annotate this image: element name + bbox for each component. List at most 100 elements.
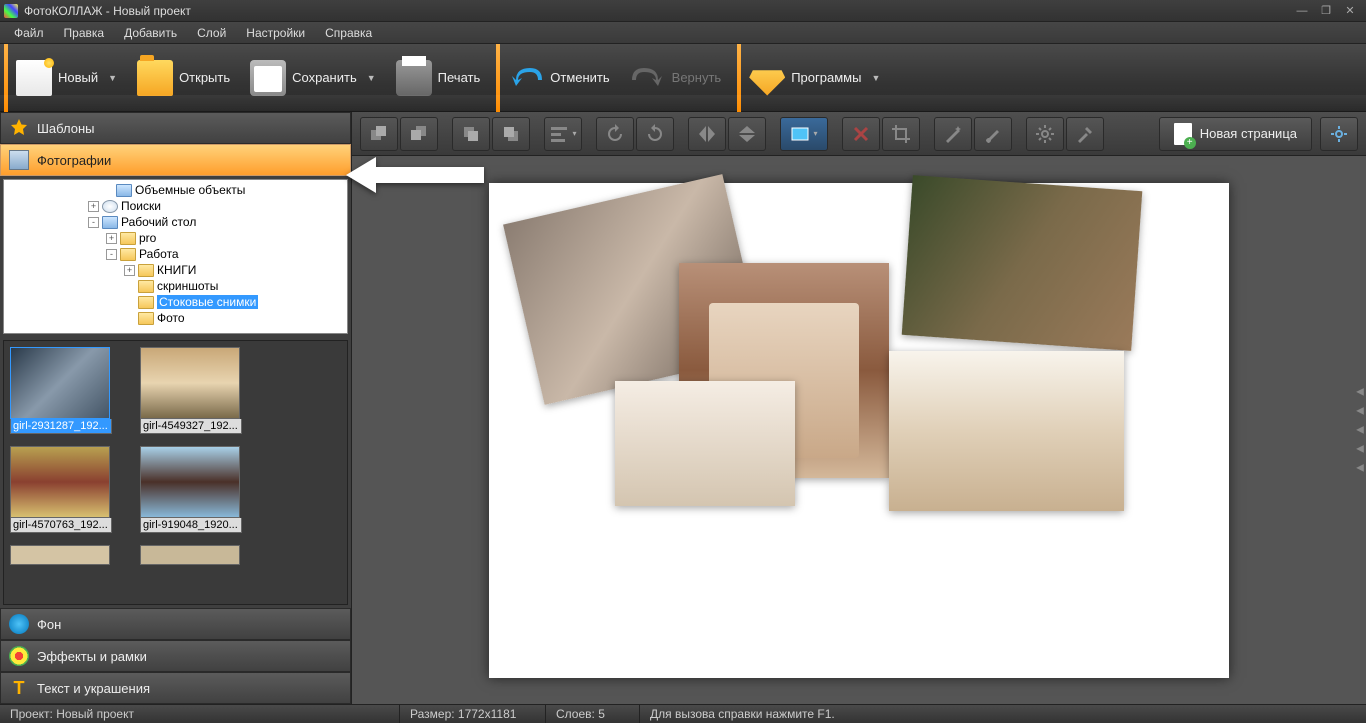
folder-open-icon — [137, 60, 173, 96]
photo-icon — [9, 150, 29, 170]
menu-help[interactable]: Справка — [315, 23, 382, 43]
crop-button[interactable] — [882, 117, 920, 151]
thumbnail-image — [140, 347, 240, 419]
tree-item[interactable]: Стоковые снимки — [6, 294, 345, 310]
flip-h-button[interactable] — [688, 117, 726, 151]
accordion-text[interactable]: T Текст и украшения — [0, 672, 351, 704]
tree-label: Объемные объекты — [135, 183, 245, 197]
tree-item[interactable]: +pro — [6, 230, 345, 246]
folder-tree[interactable]: Объемные объекты + Поиски-Рабочий стол+pro… — [3, 179, 348, 334]
flip-v-button[interactable] — [728, 117, 766, 151]
folder-icon — [138, 264, 154, 277]
thumbnail[interactable]: girl-2931287_192... — [10, 347, 112, 434]
align-button[interactable] — [544, 117, 582, 151]
redo-button[interactable]: Вернуть — [624, 48, 736, 108]
tree-label: скриншоты — [157, 279, 218, 293]
collage-photo[interactable] — [889, 351, 1124, 511]
new-button[interactable]: Новый▼ — [10, 48, 131, 108]
magic-button[interactable] — [934, 117, 972, 151]
rotate-left-button[interactable] — [596, 117, 634, 151]
side-handles[interactable]: ◀◀◀◀◀ — [1354, 387, 1366, 474]
menu-add[interactable]: Добавить — [114, 23, 187, 43]
thumbnail-caption: girl-2931287_192... — [10, 419, 112, 434]
status-layers: Слоев: 5 — [546, 705, 640, 723]
tree-label: Поиски — [121, 199, 161, 213]
accordion-effects[interactable]: Эффекты и рамки — [0, 640, 351, 672]
thumbnail[interactable]: girl-4549327_192... — [140, 347, 242, 434]
status-size: Размер: 1772x1181 — [400, 705, 546, 723]
menubar: Файл Правка Добавить Слой Настройки Спра… — [0, 22, 1366, 44]
menu-layer[interactable]: Слой — [187, 23, 236, 43]
canvas-area[interactable]: ◀◀◀◀◀ — [352, 156, 1366, 704]
undo-button[interactable]: Отменить — [502, 48, 623, 108]
fit-button[interactable] — [780, 117, 828, 151]
folder-icon — [120, 232, 136, 245]
tree-label: Работа — [139, 247, 179, 261]
accordion-background[interactable]: Фон — [0, 608, 351, 640]
tree-item[interactable]: скриншоты — [6, 278, 345, 294]
window-title: ФотоКОЛЛАЖ - Новый проект — [24, 4, 1290, 18]
tree-item[interactable]: Объемные объекты — [6, 182, 345, 198]
tree-expand-icon[interactable]: + — [124, 265, 135, 276]
bring-front-button[interactable] — [360, 117, 398, 151]
menu-edit[interactable]: Правка — [54, 23, 115, 43]
thumbnail[interactable]: girl-4570763_192... — [10, 446, 112, 533]
settings-button[interactable] — [1026, 117, 1064, 151]
status-project: Проект: Новый проект — [0, 705, 400, 723]
tree-item[interactable]: + КНИГИ — [6, 262, 345, 278]
palette-icon — [9, 646, 29, 666]
tree-expand-icon[interactable]: - — [88, 217, 99, 228]
folder-icon — [138, 312, 154, 325]
globe-icon — [9, 614, 29, 634]
send-backward-button[interactable] — [492, 117, 530, 151]
thumbnail[interactable] — [10, 545, 112, 565]
tree-expand-icon[interactable]: + — [106, 233, 117, 244]
drive-icon — [102, 216, 118, 229]
canvas-toolbar: Новая страница — [352, 112, 1366, 156]
close-button[interactable]: ✕ — [1338, 3, 1362, 19]
collage-photo[interactable] — [615, 381, 795, 506]
thumbnail-caption: girl-4570763_192... — [10, 518, 112, 533]
tree-expand-icon[interactable]: + — [88, 201, 99, 212]
rotate-right-button[interactable] — [636, 117, 674, 151]
new-file-icon — [16, 60, 52, 96]
tree-label: Стоковые снимки — [157, 295, 258, 309]
tree-expand-icon[interactable]: - — [106, 249, 117, 260]
brush-button[interactable] — [974, 117, 1012, 151]
thumbnail-caption: girl-4549327_192... — [140, 419, 242, 434]
thumbnail[interactable]: girl-919048_1920... — [140, 446, 242, 533]
menu-settings[interactable]: Настройки — [236, 23, 315, 43]
maximize-button[interactable]: ❐ — [1314, 3, 1338, 19]
page-plus-icon — [1174, 123, 1192, 145]
page-settings-button[interactable] — [1320, 117, 1358, 151]
thumbnail-image — [10, 347, 110, 419]
delete-button[interactable] — [842, 117, 880, 151]
tree-label: КНИГИ — [157, 263, 196, 277]
send-back-button[interactable] — [400, 117, 438, 151]
collage-photo[interactable] — [902, 175, 1143, 351]
programs-button[interactable]: Программы▼ — [743, 48, 894, 108]
open-button[interactable]: Открыть — [131, 48, 244, 108]
thumbnail[interactable] — [140, 545, 242, 565]
left-panel: Шаблоны Фотографии Объемные объекты + Поис… — [0, 112, 352, 704]
accordion-photos[interactable]: Фотографии — [0, 144, 351, 176]
search-icon — [102, 200, 118, 213]
bring-forward-button[interactable] — [452, 117, 490, 151]
star-icon — [9, 118, 29, 138]
accordion-templates[interactable]: Шаблоны — [0, 112, 351, 144]
thumbnail-caption: girl-919048_1920... — [140, 518, 242, 533]
tree-item[interactable]: Фото — [6, 310, 345, 326]
toolbar-separator — [737, 44, 741, 112]
tree-item[interactable]: -Рабочий стол — [6, 214, 345, 230]
folder-icon — [120, 248, 136, 261]
tree-item[interactable]: - Работа — [6, 246, 345, 262]
new-page-button[interactable]: Новая страница — [1159, 117, 1312, 151]
canvas-page[interactable] — [489, 183, 1229, 678]
minimize-button[interactable]: — — [1290, 3, 1314, 19]
tree-item[interactable]: + Поиски — [6, 198, 345, 214]
save-button[interactable]: Сохранить▼ — [244, 48, 390, 108]
print-button[interactable]: Печать — [390, 48, 495, 108]
thumbnail-grid[interactable]: girl-2931287_192... girl-4549327_192...gi… — [3, 340, 348, 605]
menu-file[interactable]: Файл — [4, 23, 54, 43]
hammer-button[interactable] — [1066, 117, 1104, 151]
